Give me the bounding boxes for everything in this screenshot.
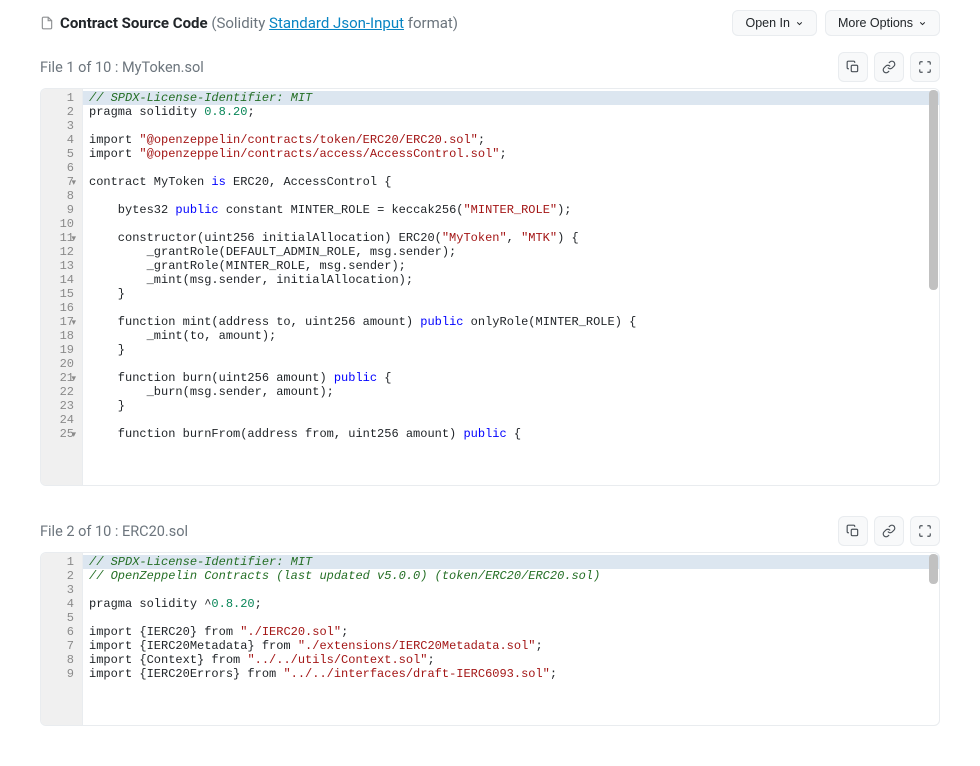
code-line: _mint(to, amount); [89, 329, 939, 343]
code-line: } [89, 287, 939, 301]
code-line [89, 583, 939, 597]
line-number: 23 [53, 399, 74, 413]
line-number: 9 [53, 667, 74, 681]
open-in-button[interactable]: Open In [732, 10, 816, 36]
code-line: // SPDX-License-Identifier: MIT [89, 555, 939, 569]
code-area[interactable]: // SPDX-License-Identifier: MIT// OpenZe… [83, 553, 939, 725]
code-line: import "@openzeppelin/contracts/access/A… [89, 147, 939, 161]
line-number: 8 [53, 653, 74, 667]
fullscreen-button[interactable] [910, 52, 940, 82]
line-number: 16 [53, 301, 74, 315]
code-line: pragma solidity 0.8.20; [89, 105, 939, 119]
code-line: import {IERC20Errors} from "../../interf… [89, 667, 939, 681]
line-number: 24 [53, 413, 74, 427]
line-number: 7 [53, 639, 74, 653]
file-label: File 1 of 10 : MyToken.sol [40, 59, 204, 76]
line-number: 20 [53, 357, 74, 371]
line-number: 6 [53, 161, 74, 175]
fullscreen-button[interactable] [910, 516, 940, 546]
link-button[interactable] [874, 516, 904, 546]
line-number: 2 [53, 569, 74, 583]
line-number: 12 [53, 245, 74, 259]
line-number: 1 [53, 555, 74, 569]
code-line: import {IERC20} from "./IERC20.sol"; [89, 625, 939, 639]
code-line [89, 161, 939, 175]
fold-icon[interactable]: ▾ [71, 232, 76, 246]
line-number: 1 [53, 91, 74, 105]
code-line: import "@openzeppelin/contracts/token/ER… [89, 133, 939, 147]
code-line: _grantRole(MINTER_ROLE, msg.sender); [89, 259, 939, 273]
line-number: 15 [53, 287, 74, 301]
code-line: // SPDX-License-Identifier: MIT [89, 91, 939, 105]
gutter: 1234567▾891011▾121314151617▾18192021▾222… [41, 89, 83, 485]
line-number: 22 [53, 385, 74, 399]
line-number: 11▾ [53, 231, 74, 245]
fold-icon[interactable]: ▾ [71, 428, 76, 442]
line-number: 5 [53, 147, 74, 161]
line-number: 2 [53, 105, 74, 119]
fold-icon[interactable]: ▾ [71, 176, 76, 190]
more-options-button[interactable]: More Options [825, 10, 940, 36]
link-button[interactable] [874, 52, 904, 82]
code-line: bytes32 public constant MINTER_ROLE = ke… [89, 203, 939, 217]
copy-button[interactable] [838, 516, 868, 546]
code-line [89, 357, 939, 371]
line-number: 5 [53, 611, 74, 625]
code-line: contract MyToken is ERC20, AccessControl… [89, 175, 939, 189]
chevron-down-icon [918, 19, 927, 28]
copy-button[interactable] [838, 52, 868, 82]
line-number: 19 [53, 343, 74, 357]
code-line: _mint(msg.sender, initialAllocation); [89, 273, 939, 287]
page-title: Contract Source Code (Solidity Standard … [60, 14, 458, 32]
line-number: 3 [53, 583, 74, 597]
line-number: 14 [53, 273, 74, 287]
file-label: File 2 of 10 : ERC20.sol [40, 523, 188, 540]
code-line [89, 217, 939, 231]
fold-icon[interactable]: ▾ [71, 372, 76, 386]
code-line: // OpenZeppelin Contracts (last updated … [89, 569, 939, 583]
code-line: _grantRole(DEFAULT_ADMIN_ROLE, msg.sende… [89, 245, 939, 259]
chevron-down-icon [795, 19, 804, 28]
code-line: } [89, 399, 939, 413]
gutter: 123456789 [41, 553, 83, 725]
line-number: 18 [53, 329, 74, 343]
line-number: 8 [53, 189, 74, 203]
code-line [89, 611, 939, 625]
code-line: constructor(uint256 initialAllocation) E… [89, 231, 939, 245]
line-number: 7▾ [53, 175, 74, 189]
code-line [89, 301, 939, 315]
code-line: function burn(uint256 amount) public { [89, 371, 939, 385]
code-line: pragma solidity ^0.8.20; [89, 597, 939, 611]
code-line: } [89, 343, 939, 357]
line-number: 4 [53, 597, 74, 611]
line-number: 6 [53, 625, 74, 639]
code-line [89, 119, 939, 133]
code-editor[interactable]: 1234567▾891011▾121314151617▾18192021▾222… [40, 88, 940, 486]
code-line: import {Context} from "../../utils/Conte… [89, 653, 939, 667]
line-number: 25▾ [53, 427, 74, 441]
code-line: _burn(msg.sender, amount); [89, 385, 939, 399]
line-number: 17▾ [53, 315, 74, 329]
line-number: 3 [53, 119, 74, 133]
file-icon [40, 15, 54, 31]
code-line: import {IERC20Metadata} from "./extensio… [89, 639, 939, 653]
fold-icon[interactable]: ▾ [71, 316, 76, 330]
format-link[interactable]: Standard Json-Input [269, 14, 404, 32]
line-number: 10 [53, 217, 74, 231]
code-line: function burnFrom(address from, uint256 … [89, 427, 939, 441]
line-number: 4 [53, 133, 74, 147]
code-line [89, 189, 939, 203]
code-editor[interactable]: 123456789 // SPDX-License-Identifier: MI… [40, 552, 940, 726]
code-line: function mint(address to, uint256 amount… [89, 315, 939, 329]
line-number: 21▾ [53, 371, 74, 385]
line-number: 13 [53, 259, 74, 273]
line-number: 9 [53, 203, 74, 217]
code-line [89, 413, 939, 427]
header: Contract Source Code (Solidity Standard … [40, 10, 940, 36]
code-area[interactable]: // SPDX-License-Identifier: MITpragma so… [83, 89, 939, 485]
